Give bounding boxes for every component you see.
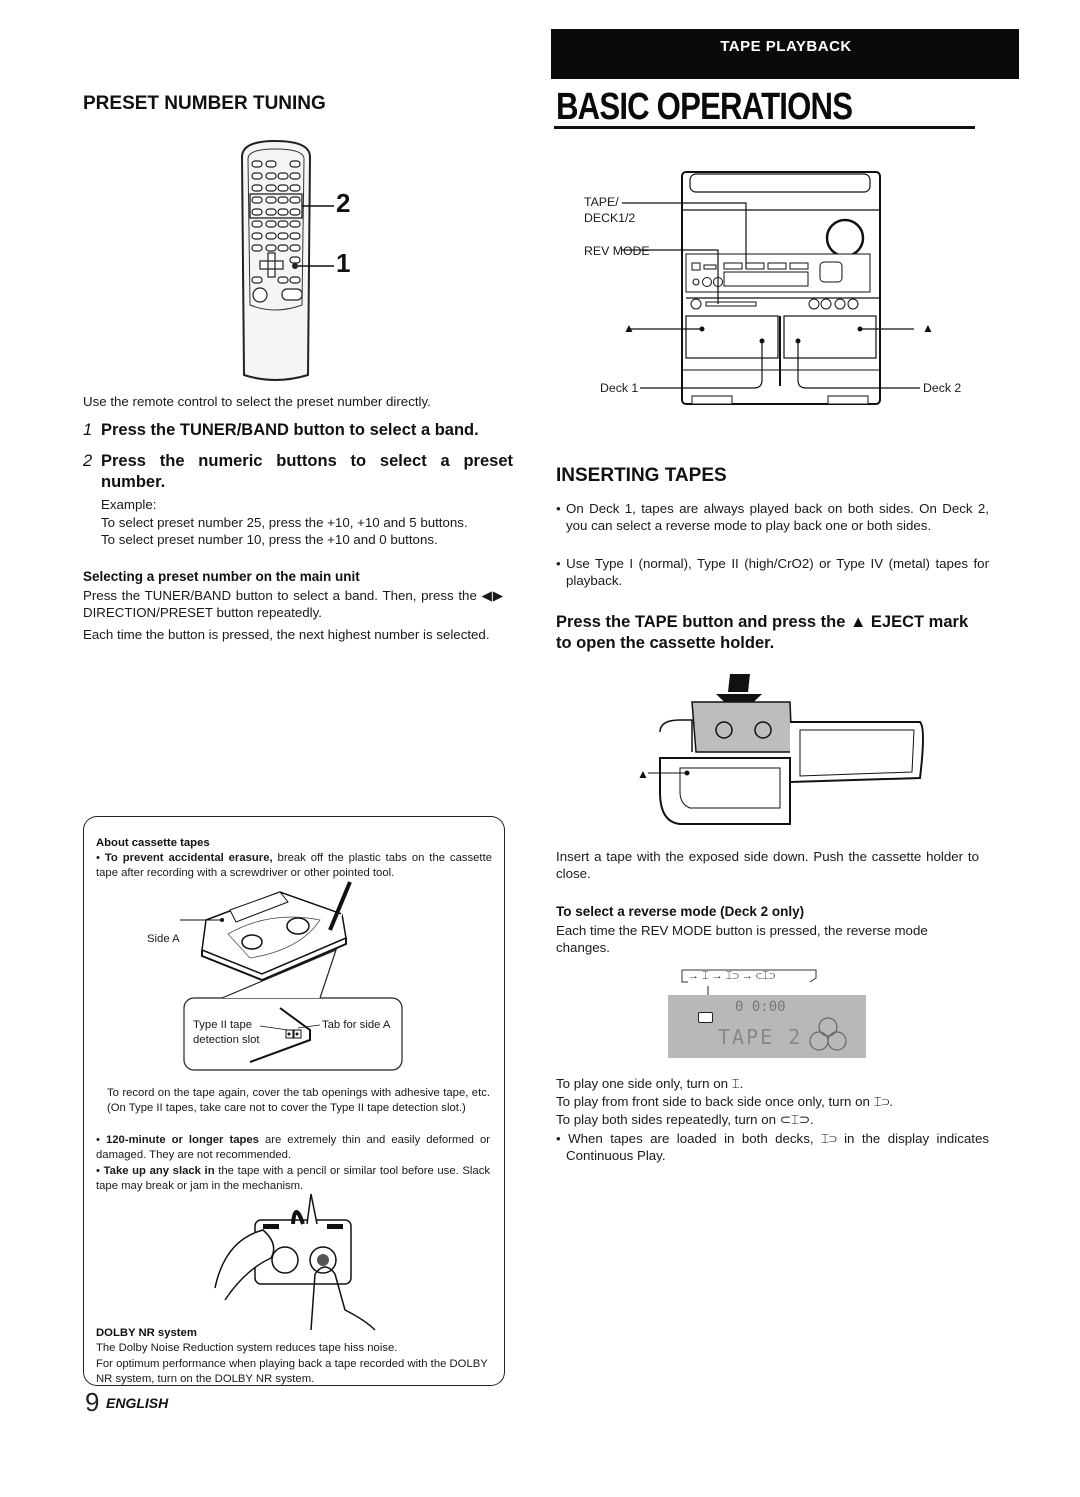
page-number: 9 (85, 1387, 100, 1417)
bullet-erasure-bold: To prevent accidental erasure, (104, 852, 273, 864)
deck2-label: Deck 2 (923, 381, 962, 395)
example-label: Example: (101, 497, 157, 512)
mode-line-3: To play both sides repeatedly, turn on ⊂… (556, 1112, 814, 1127)
display-time: 0 0:00 (735, 999, 786, 1015)
reverse-mode-indicator-icon (698, 1012, 713, 1023)
tape-deck-button-label: TAPE/ DECK1/2 (584, 195, 636, 225)
eject-icon-deck1: ▲ (623, 321, 635, 335)
bullet-text: On Deck 1, tapes are always played back … (566, 501, 989, 533)
bullet-long-tapes: • 120-minute or longer tapes are extreme… (96, 1133, 490, 1163)
eject-icon-holder: ▲ (637, 767, 649, 781)
cassette-tab-illustration (180, 879, 403, 1071)
side-a-label: Side A (147, 933, 180, 945)
display-source: TAPE 2 (718, 1025, 803, 1049)
step-number: 2 (83, 452, 93, 470)
callout-2: 2 (336, 188, 351, 218)
example-line-2: To select preset number 10, press the +1… (101, 532, 438, 547)
about-tapes-heading: About cassette tapes (96, 837, 210, 849)
preset-tuning-heading: PRESET NUMBER TUNING (83, 93, 326, 114)
step-text: Press the TUNER/BAND button to select a … (101, 421, 479, 439)
bullet-dot: • (556, 501, 567, 516)
continuous-play-note: • When tapes are loaded in both decks, ⌶… (556, 1130, 989, 1164)
step-1: 1 Press the TUNER/BAND button to select … (83, 420, 513, 441)
mode-line-2: To play from front side to back side onc… (556, 1094, 894, 1109)
callout-1: 1 (336, 248, 351, 278)
mode-line-1: To play one side only, turn on ⌶. (556, 1076, 744, 1091)
dolby-heading: DOLBY NR system (96, 1327, 197, 1339)
bullet-text: When tapes are loaded in both decks, ⌶⊃ … (566, 1131, 989, 1163)
intro-text: Use the remote control to select the pre… (83, 394, 431, 409)
deck1-label: Deck 1 (600, 381, 639, 395)
bullet-dot: • (96, 852, 105, 864)
step-number: 1 (83, 421, 93, 439)
inserting-bullet-2: • Use Type I (normal), Type II (high/CrO… (556, 555, 989, 589)
remote-control-illustration (240, 139, 334, 381)
bullet-slack-bold: Take up any slack in (103, 1165, 215, 1177)
step-text: Press the numeric buttons to select a pr… (101, 452, 513, 491)
main-unit-line-1: Press the TUNER/BAND button to select a … (83, 588, 503, 620)
inserting-bullet-1: • On Deck 1, tapes are always played bac… (556, 500, 989, 534)
cassette-holder-illustration (648, 674, 924, 825)
page-title: BASIC OPERATIONS (556, 86, 853, 128)
title-underline (554, 126, 975, 129)
record-again-text: To record on the tape again, cover the t… (107, 1087, 490, 1114)
language-label: ENGLISH (106, 1395, 169, 1411)
main-unit-heading: Selecting a preset number on the main un… (83, 569, 360, 584)
bullet-erasure: • To prevent accidental erasure, break o… (96, 851, 492, 881)
tab-side-a-label: Tab for side A (322, 1019, 391, 1031)
insert-tape-text: Insert a tape with the exposed side down… (556, 849, 979, 881)
eject-instruction: Press the TAPE button and press the ▲ EJ… (556, 613, 969, 652)
bullet-dot: • (556, 556, 567, 571)
bullet-long-tapes-bold: 120-minute or longer tapes (105, 1134, 259, 1146)
stereo-unit-diagram (622, 171, 920, 405)
rev-mode-button-label: REV MODE (584, 244, 650, 258)
lcd-display: 0 0:00 TAPE 2 (668, 995, 866, 1058)
step-2: 2 Press the numeric buttons to select a … (83, 451, 513, 493)
bullet-dot: • (96, 1134, 106, 1146)
bullet-slack: • Take up any slack in the tape with a p… (96, 1164, 490, 1194)
inserting-tapes-heading: INSERTING TAPES (556, 465, 727, 486)
type2-slot-label: Type II tape detection slot (193, 1019, 260, 1046)
eject-icon-deck2: ▲ (922, 321, 934, 335)
dolby-line-2: For optimum performance when playing bac… (96, 1358, 488, 1385)
reverse-mode-text: Each time the REV MODE button is pressed… (556, 923, 928, 955)
reverse-mode-heading: To select a reverse mode (Deck 2 only) (556, 904, 805, 919)
example-line-1: To select preset number 25, press the +1… (101, 515, 468, 530)
main-unit-line-2: Each time the button is pressed, the nex… (83, 627, 490, 642)
bullet-text: Use Type I (normal), Type II (high/CrO2)… (566, 556, 989, 588)
dolby-line-1: The Dolby Noise Reduction system reduces… (96, 1342, 398, 1354)
bullet-dot: • (96, 1165, 104, 1177)
mode-sequence: → ⌶ → ⌶⊃ → ⊂⌶⊃ (688, 970, 776, 982)
section-band-label: TAPE PLAYBACK (720, 38, 852, 55)
bullet-dot: • (556, 1131, 569, 1146)
disc-icons (809, 1017, 847, 1051)
slack-tape-illustration (214, 1193, 376, 1331)
